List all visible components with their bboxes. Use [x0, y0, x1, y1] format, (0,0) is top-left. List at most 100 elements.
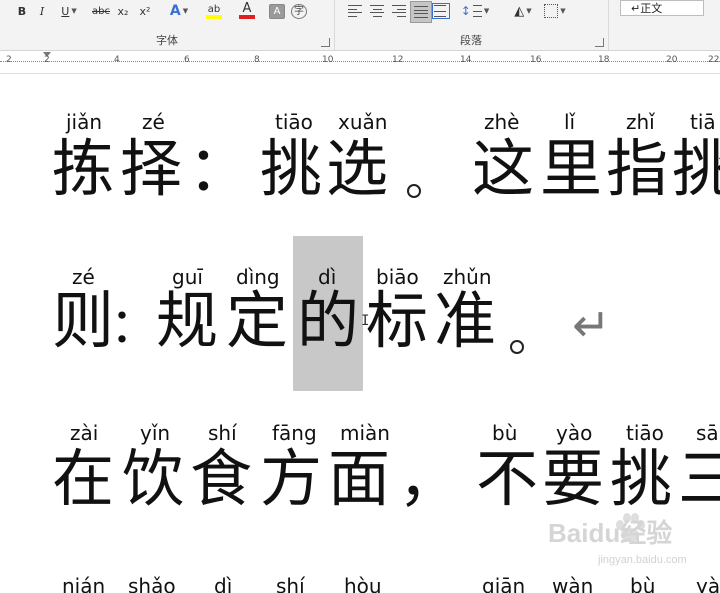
hanzi: 则 — [52, 284, 115, 357]
ruler-number: 2 — [44, 55, 50, 65]
ruler-number: 12 — [392, 55, 404, 65]
paragraph-group: ↕ ▼ ◭ ▼ ▼ 段落 — [334, 0, 609, 50]
strikethrough-button[interactable]: abc — [90, 1, 112, 21]
character-shading-button[interactable]: A — [268, 1, 286, 21]
hanzi: 不 — [476, 442, 539, 515]
hanzi: 面 — [328, 442, 391, 515]
paragraph-group-label: 段落 — [460, 34, 482, 47]
align-center-icon — [370, 5, 384, 17]
enclose-characters-button[interactable]: 字 — [290, 1, 308, 21]
chevron-down-icon[interactable]: ▼ — [183, 7, 188, 15]
ruler-number: 4 — [114, 55, 120, 65]
pinyin: tiā — [690, 110, 716, 134]
text-effects-button[interactable]: A ▼ — [166, 1, 192, 21]
ruler-number: 22 — [708, 55, 720, 65]
pinyin: zhǐ — [626, 110, 655, 134]
hanzi-selected: 的 — [297, 284, 360, 357]
align-left-button[interactable] — [346, 1, 364, 21]
pinyin: yà — [696, 574, 720, 593]
hanzi: 三 — [678, 442, 720, 515]
hanzi: 定 — [226, 284, 289, 357]
ruler-number: 14 — [460, 55, 472, 65]
hanzi: 规 — [156, 284, 219, 357]
pinyin: hòu — [344, 574, 382, 593]
justify-icon — [414, 6, 428, 18]
pinyin: shǎo — [128, 574, 176, 593]
paint-bucket-icon: ◭ — [514, 3, 525, 19]
enclose-icon: 字 — [291, 3, 307, 19]
hanzi: 挑 — [610, 442, 673, 515]
italic-button[interactable]: I — [34, 1, 50, 21]
ruler-number: 10 — [322, 55, 334, 65]
font-group-label: 字体 — [156, 34, 178, 47]
highlight-button[interactable]: ab — [198, 1, 230, 21]
pinyin: zhè — [484, 110, 520, 134]
watermark: Baidu经验 — [548, 518, 673, 548]
font-color-icon: A — [242, 1, 252, 16]
hanzi: ： — [188, 132, 251, 205]
style-normal[interactable]: ↵正文 — [620, 0, 704, 16]
ruler-number: 16 — [530, 55, 542, 65]
align-right-icon — [392, 5, 406, 17]
underline-button[interactable]: U ▼ — [56, 1, 82, 21]
shading-icon: A — [269, 3, 285, 19]
paragraph-dialog-launcher-icon[interactable] — [595, 38, 604, 47]
hanzi: 方 — [260, 442, 323, 515]
font-group: B I U ▼ abc x₂ x² A ▼ ab A A 字 字体 — [0, 0, 335, 50]
pinyin: tiāo — [275, 110, 313, 134]
period-mark — [510, 340, 524, 354]
line-spacing-icon: ↕ — [460, 4, 471, 18]
hanzi: ， — [398, 442, 461, 515]
subscript-button[interactable]: x₂ — [114, 1, 132, 21]
pinyin: bù — [630, 574, 656, 593]
chevron-down-icon[interactable]: ▼ — [526, 7, 531, 15]
ruler-number: 6 — [184, 55, 190, 65]
justify-button[interactable] — [410, 1, 432, 23]
chevron-down-icon[interactable]: ▼ — [484, 7, 489, 15]
hanzi: 挑 — [260, 132, 323, 205]
horizontal-ruler[interactable]: 2 2 4 6 8 10 12 14 16 18 20 22 — [0, 51, 720, 74]
distributed-button[interactable] — [432, 1, 450, 21]
borders-button[interactable]: ▼ — [540, 1, 570, 21]
hanzi: 准 — [434, 284, 497, 357]
ruler-number: 20 — [666, 55, 678, 65]
chevron-down-icon[interactable]: ▼ — [560, 7, 565, 15]
hanzi: 食 — [190, 442, 253, 515]
align-center-button[interactable] — [368, 1, 386, 21]
bold-button[interactable]: B — [14, 1, 30, 21]
hanzi: 要 — [542, 442, 605, 515]
hanzi: 标 — [366, 284, 429, 357]
pinyin: jiǎn — [66, 110, 103, 134]
text-effects-icon: A — [169, 3, 181, 19]
hanzi: 选 — [326, 132, 389, 205]
hanzi: ： — [110, 298, 159, 354]
pinyin: dì — [214, 574, 233, 593]
chevron-down-icon[interactable]: ▼ — [71, 7, 76, 15]
font-color-swatch — [239, 15, 255, 19]
pinyin: lǐ — [564, 110, 576, 134]
hanzi: 里 — [540, 132, 603, 205]
watermark-url: jingyan.baidu.com — [598, 554, 687, 566]
hanzi: 挑 — [672, 132, 720, 205]
text-cursor-icon: I — [361, 313, 370, 329]
hanzi: 指 — [606, 132, 669, 205]
hanzi: 饮 — [122, 442, 185, 515]
line-spacing-lines-icon — [472, 5, 482, 17]
period-mark — [407, 184, 421, 198]
superscript-button[interactable]: x² — [136, 1, 154, 21]
align-right-button[interactable] — [390, 1, 408, 21]
ruler-number: 8 — [254, 55, 260, 65]
underline-label: U — [61, 4, 70, 18]
font-color-button[interactable]: A — [232, 1, 262, 21]
ribbon: B I U ▼ abc x₂ x² A ▼ ab A A 字 字体 ↕ ▼ ◭ … — [0, 0, 720, 51]
highlight-color-swatch — [206, 14, 222, 19]
pinyin: xuǎn — [338, 110, 388, 134]
distributed-icon — [432, 3, 450, 19]
pinyin: shí — [276, 574, 305, 593]
pinyin: wàn — [552, 574, 594, 593]
document-page[interactable]: jiǎn zé tiāo xuǎn zhè lǐ zhǐ tiā 拣 择 ： 挑… — [0, 74, 720, 593]
font-dialog-launcher-icon[interactable] — [321, 38, 330, 47]
line-spacing-button[interactable]: ↕ ▼ — [460, 1, 490, 21]
shading-button[interactable]: ◭ ▼ — [506, 1, 540, 21]
hanzi: 拣 — [52, 132, 115, 205]
